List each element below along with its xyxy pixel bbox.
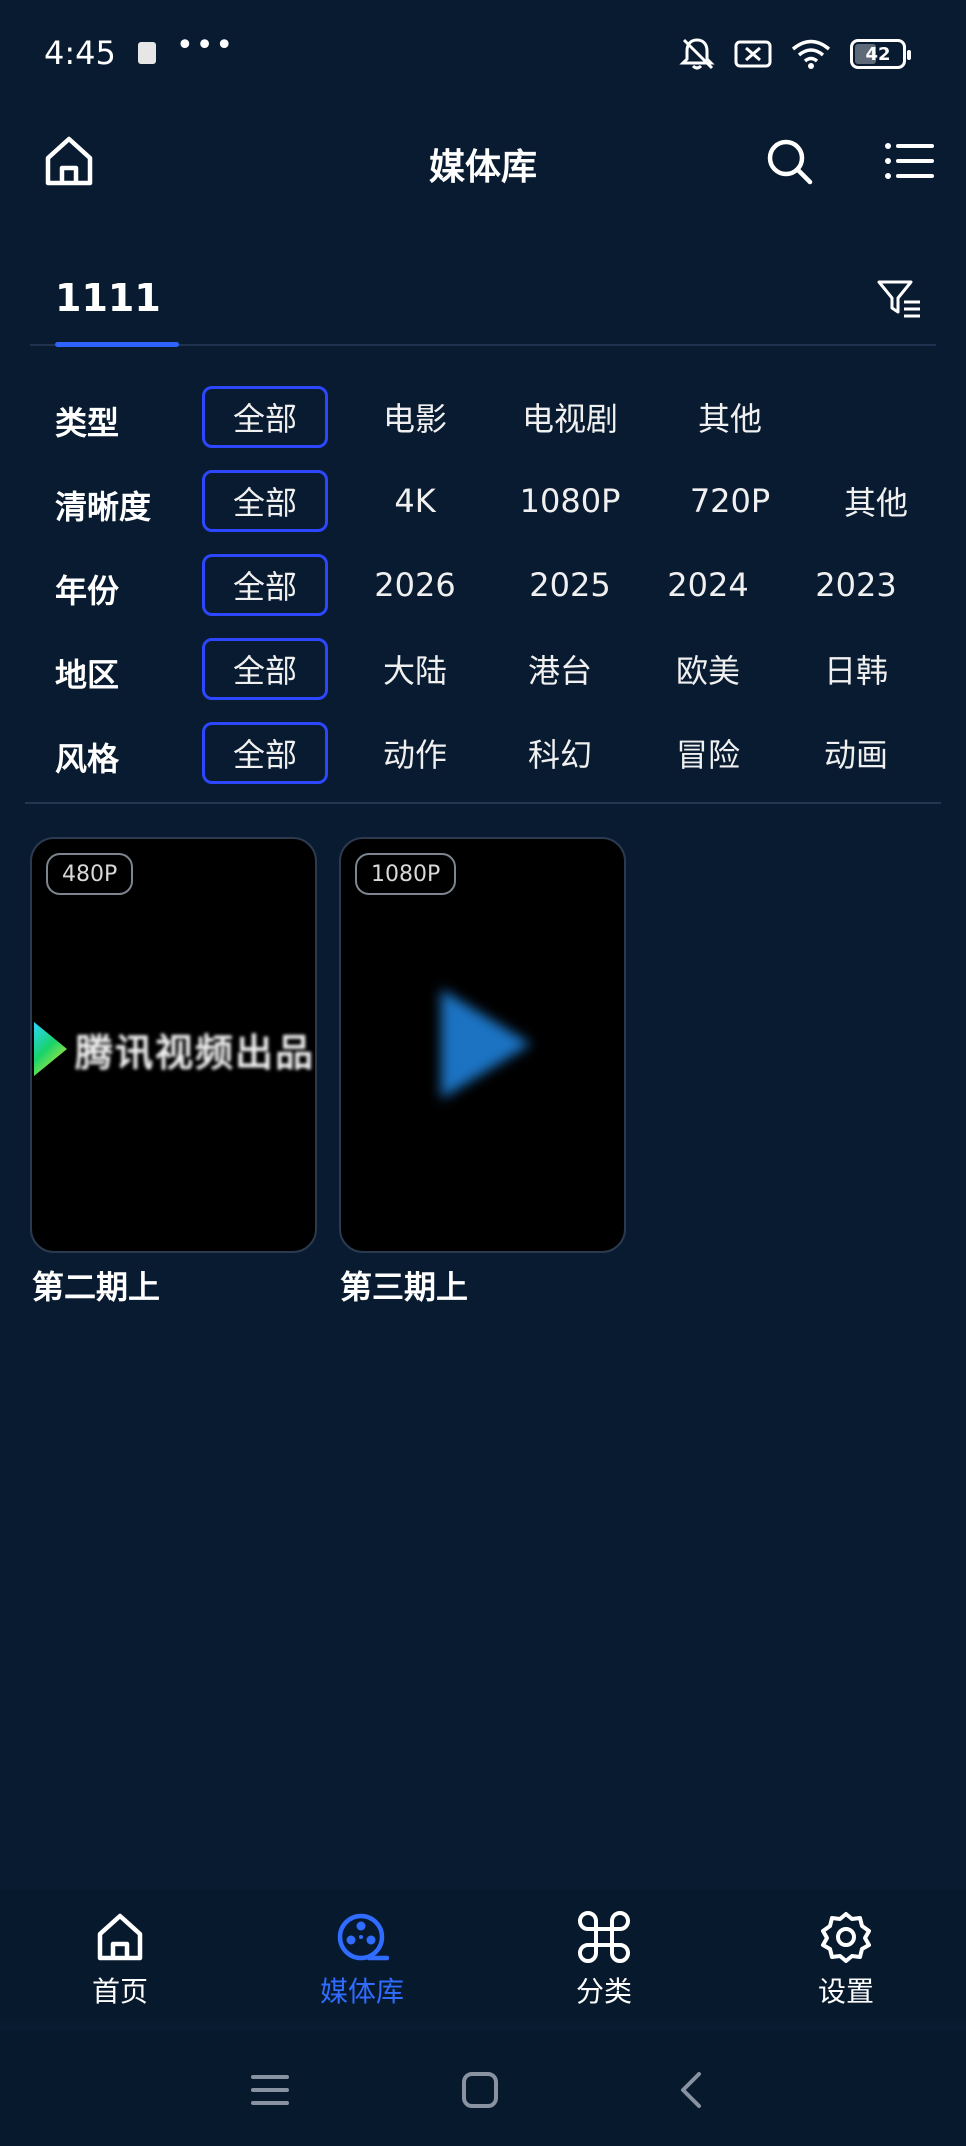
nav-label: 分类 — [575, 1975, 632, 2008]
filter-option-selected[interactable]: 全部 — [202, 386, 328, 448]
status-more-indicator: ••• — [176, 28, 236, 63]
filter-option[interactable]: 2023 — [796, 554, 916, 616]
quality-badge: 1080P — [355, 853, 457, 895]
filter-option[interactable]: 电影 — [355, 386, 475, 448]
filter-option[interactable]: 其他 — [670, 386, 790, 448]
filter-option[interactable]: 日韩 — [796, 638, 916, 700]
filter-option[interactable]: 2026 — [355, 554, 475, 616]
sim-disabled-icon — [734, 40, 772, 68]
filter-option[interactable]: 欧美 — [648, 638, 768, 700]
filter-option[interactable]: 4K — [355, 470, 475, 532]
filter-row-region: 地区 全部 大陆 港台 欧美 日韩 — [0, 632, 966, 716]
filter-list-icon[interactable] — [876, 278, 922, 320]
chevron-left-icon — [681, 2072, 701, 2108]
filter-label: 风格 — [55, 740, 120, 778]
nav-label: 设置 — [817, 1975, 874, 2008]
tab-library-1111[interactable]: 1111 — [55, 276, 161, 320]
nav-label: 媒体库 — [319, 1975, 404, 2008]
system-nav-bar — [0, 2030, 966, 2146]
filter-option[interactable]: 720P — [670, 470, 790, 532]
filter-option-selected[interactable]: 全部 — [202, 722, 328, 784]
status-icons: 42 — [678, 36, 911, 72]
filter-label: 类型 — [55, 404, 120, 442]
tencent-video-logo-icon — [34, 1022, 67, 1076]
filter-row-type: 类型 全部 电影 电视剧 其他 — [0, 380, 966, 464]
play-placeholder-icon — [441, 989, 531, 1099]
film-reel-icon — [337, 1913, 389, 1961]
menu-lines-icon — [251, 2075, 289, 2105]
filter-option-selected[interactable]: 全部 — [202, 638, 328, 700]
nav-item-settings[interactable]: 设置 — [776, 1910, 916, 2010]
nav-item-library[interactable]: 媒体库 — [292, 1910, 432, 2010]
filter-label: 地区 — [55, 656, 120, 694]
square-icon — [462, 2072, 498, 2108]
thumbnail-watermark: 腾讯视频出品 — [32, 1014, 315, 1084]
sim-card-icon — [138, 42, 156, 64]
wifi-icon — [791, 39, 831, 69]
section-divider — [25, 802, 941, 804]
filter-option[interactable]: 1080P — [505, 470, 635, 532]
media-title[interactable]: 第二期上 — [32, 1262, 160, 1308]
status-bar: 4:45 ••• 42 — [0, 0, 966, 110]
app-header: 媒体库 — [0, 110, 966, 215]
page-title: 媒体库 — [428, 147, 537, 188]
filter-row-year: 年份 全部 2026 2025 2024 2023 — [0, 548, 966, 632]
filter-label: 年份 — [55, 572, 120, 610]
battery-level: 42 — [865, 43, 891, 65]
active-tab-indicator — [55, 342, 179, 347]
filter-row-resolution: 清晰度 全部 4K 1080P 720P 其他 — [0, 464, 966, 548]
filter-row-genre: 风格 全部 动作 科幻 冒险 动画 — [0, 716, 966, 800]
command-icon — [578, 1911, 630, 1963]
filter-option[interactable]: 2025 — [505, 554, 635, 616]
quality-badge: 480P — [46, 853, 134, 895]
thumbnail-text: 腾讯视频出品 — [74, 1030, 315, 1075]
filter-option-selected[interactable]: 全部 — [202, 554, 328, 616]
filter-option[interactable]: 大陆 — [355, 638, 475, 700]
filter-option[interactable]: 电视剧 — [505, 386, 635, 448]
home-button[interactable] — [450, 2060, 510, 2120]
back-button[interactable] — [660, 2060, 720, 2120]
media-card-thumbnail[interactable]: 腾讯视频出品 480P — [30, 837, 317, 1253]
search-icon[interactable] — [762, 134, 816, 188]
filter-option[interactable]: 2024 — [648, 554, 768, 616]
library-tabs: 1111 — [30, 270, 936, 347]
bottom-nav: 首页 媒体库 分类 设置 — [0, 1890, 966, 2020]
filter-option[interactable]: 冒险 — [648, 722, 768, 784]
gear-icon — [821, 1912, 871, 1963]
battery-icon: 42 — [850, 39, 911, 69]
filter-label: 清晰度 — [55, 488, 152, 526]
nav-item-home[interactable]: 首页 — [50, 1910, 190, 2010]
filter-option[interactable]: 动作 — [355, 722, 475, 784]
nav-label: 首页 — [91, 1975, 148, 2008]
home-icon — [97, 1913, 143, 1961]
filter-option[interactable]: 其他 — [816, 470, 936, 532]
nav-item-category[interactable]: 分类 — [534, 1910, 674, 2010]
mute-bell-icon — [679, 38, 715, 70]
filter-option[interactable]: 港台 — [500, 638, 620, 700]
status-time: 4:45 — [44, 34, 116, 72]
media-title[interactable]: 第三期上 — [340, 1262, 468, 1308]
filter-panel: 类型 全部 电影 电视剧 其他 清晰度 全部 4K 1080P 720P 其他 … — [0, 380, 966, 800]
filter-option[interactable]: 动画 — [796, 722, 916, 784]
filter-option[interactable]: 科幻 — [500, 722, 620, 784]
filter-option-selected[interactable]: 全部 — [202, 470, 328, 532]
list-icon[interactable] — [884, 138, 934, 184]
recent-apps-button[interactable] — [240, 2060, 300, 2120]
media-card-thumbnail[interactable]: 1080P — [339, 837, 626, 1253]
